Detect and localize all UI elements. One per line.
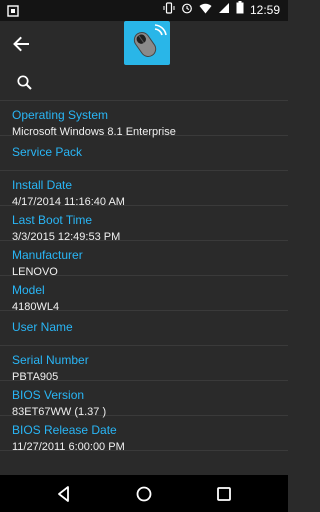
list-item-bios-release-date: BIOS Release Date 11/27/2011 6:00:00 PM	[0, 416, 288, 453]
nav-recents-icon[interactable]	[214, 484, 234, 504]
item-value: 11/27/2011 6:00:00 PM	[12, 441, 125, 453]
notification-icon	[7, 4, 19, 22]
list-item-user-name: User Name	[0, 311, 288, 346]
item-label: Serial Number	[12, 353, 89, 367]
item-label: User Name	[12, 320, 73, 334]
navigation-bar	[0, 475, 288, 512]
item-label: BIOS Release Date	[12, 423, 117, 437]
item-label: Manufacturer	[12, 248, 83, 262]
alarm-icon	[181, 1, 193, 19]
item-label: Last Boot Time	[12, 213, 93, 227]
nav-home-icon[interactable]	[134, 484, 154, 504]
list-item-manufacturer: Manufacturer LENOVO	[0, 241, 288, 278]
search-bar	[0, 64, 288, 101]
nav-back-icon[interactable]	[54, 484, 74, 504]
vibrate-icon	[163, 1, 175, 19]
system-info-list: Operating System Microsoft Windows 8.1 E…	[0, 101, 288, 453]
list-item-install-date: Install Date 4/17/2014 11:16:40 AM	[0, 171, 288, 208]
app-bar	[0, 21, 288, 65]
mouse-app-icon	[124, 21, 170, 65]
list-item-last-boot-time: Last Boot Time 3/3/2015 12:49:53 PM	[0, 206, 288, 243]
status-icons: 12:59	[163, 1, 280, 19]
signal-icon	[218, 1, 230, 19]
search-input[interactable]	[42, 70, 276, 94]
item-label: Operating System	[12, 108, 109, 122]
search-icon[interactable]	[16, 74, 34, 92]
item-label: Model	[12, 283, 45, 297]
list-item-bios-version: BIOS Version 83ET67WW (1.37 )	[0, 381, 288, 418]
wifi-icon	[199, 1, 212, 19]
list-item-service-pack: Service Pack	[0, 136, 288, 171]
status-bar: 12:59	[0, 0, 288, 21]
item-label: BIOS Version	[12, 388, 85, 402]
list-item-serial-number: Serial Number PBTA905	[0, 346, 288, 383]
arrow-back-icon[interactable]	[10, 33, 32, 55]
item-label: Install Date	[12, 178, 73, 192]
item-label: Service Pack	[12, 145, 83, 159]
battery-icon	[236, 1, 244, 19]
status-time: 12:59	[249, 3, 280, 17]
list-item-operating-system: Operating System Microsoft Windows 8.1 E…	[0, 101, 288, 138]
list-item-model: Model 4180WL4	[0, 276, 288, 313]
